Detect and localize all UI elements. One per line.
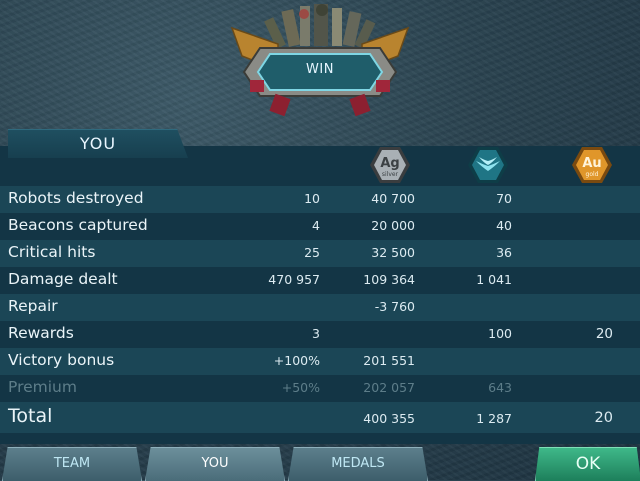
svg-text:Au: Au	[582, 156, 601, 171]
player-tab-header: YOU	[8, 129, 188, 158]
row-silver: 202 057	[363, 380, 415, 395]
table-row: Victory bonus +100% 201 551	[0, 348, 640, 375]
wings-icon	[468, 145, 508, 185]
medals-tab-label: MEDALS	[331, 456, 385, 471]
ok-button-label: OK	[575, 454, 601, 474]
row-label: Critical hits	[8, 243, 96, 261]
row-silver: 201 551	[363, 353, 415, 368]
row-count: 10	[304, 191, 320, 206]
table-row-total: Total 400 355 1 287 20	[0, 402, 640, 433]
table-row: Repair -3 760	[0, 294, 640, 321]
row-label: Beacons captured	[8, 216, 148, 234]
ok-button[interactable]: OK	[535, 447, 640, 481]
row-gold: 20	[595, 326, 613, 342]
row-xp: 100	[488, 326, 512, 341]
row-silver: 20 000	[371, 218, 415, 233]
table-row-premium: Premium +50% 202 057 643	[0, 375, 640, 402]
row-label: Total	[8, 405, 53, 427]
row-label: Premium	[8, 378, 77, 396]
row-xp: 36	[496, 245, 512, 260]
gold-icon: Au gold	[572, 145, 612, 185]
row-label: Robots destroyed	[8, 189, 144, 207]
row-xp: 70	[496, 191, 512, 206]
row-count: 4	[312, 218, 320, 233]
row-silver: 32 500	[371, 245, 415, 260]
row-count: 3	[312, 326, 320, 341]
medals-tab-button[interactable]: MEDALS	[288, 447, 428, 481]
svg-text:Ag: Ag	[380, 156, 399, 171]
row-xp: 1 041	[476, 272, 512, 287]
row-label: Victory bonus	[8, 351, 115, 369]
row-silver: 40 700	[371, 191, 415, 206]
row-silver: 109 364	[363, 272, 415, 287]
row-xp: 643	[488, 380, 512, 395]
row-xp: 40	[496, 218, 512, 233]
table-row: Critical hits 25 32 500 36	[0, 240, 640, 267]
row-label: Rewards	[8, 324, 74, 342]
you-tab-button[interactable]: YOU	[145, 447, 285, 481]
table-row: Rewards 3 100 20	[0, 321, 640, 348]
team-tab-button[interactable]: TEAM	[2, 447, 142, 481]
row-count: +50%	[281, 380, 320, 395]
weapons-crest-icon	[230, 4, 410, 117]
silver-icon: Ag silver	[370, 145, 410, 185]
svg-text:gold: gold	[586, 171, 599, 178]
row-count: 470 957	[268, 272, 320, 287]
row-count: +100%	[273, 353, 320, 368]
you-tab-label: YOU	[201, 456, 229, 471]
row-silver: 400 355	[363, 411, 415, 426]
player-tab-label: YOU	[79, 134, 117, 153]
victory-emblem: WIN	[230, 0, 410, 122]
table-row: Robots destroyed 10 40 700 70	[0, 186, 640, 213]
row-silver: -3 760	[374, 299, 415, 314]
row-xp: 1 287	[476, 411, 512, 426]
svg-text:silver: silver	[382, 171, 399, 178]
row-gold: 20	[594, 410, 613, 426]
table-row: Damage dealt 470 957 109 364 1 041	[0, 267, 640, 294]
result-label: WIN	[306, 62, 334, 77]
table-row: Beacons captured 4 20 000 40	[0, 213, 640, 240]
row-count: 25	[304, 245, 320, 260]
row-label: Repair	[8, 297, 58, 315]
row-label: Damage dealt	[8, 270, 118, 288]
team-tab-label: TEAM	[53, 456, 91, 471]
